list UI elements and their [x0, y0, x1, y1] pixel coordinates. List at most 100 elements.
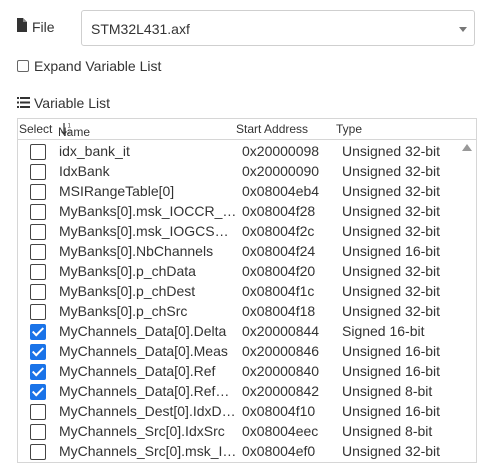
variable-type: Unsigned 16-bit: [342, 343, 441, 359]
variable-type: Unsigned 16-bit: [342, 403, 441, 419]
variable-start-address: 0x08004f20: [242, 263, 316, 279]
variable-name: IdxBank: [59, 163, 110, 179]
row-select-checkbox[interactable]: [30, 144, 46, 160]
column-start-address[interactable]: Start Address: [236, 122, 308, 136]
column-select[interactable]: Select: [19, 122, 52, 136]
variable-name: idx_bank_it: [59, 143, 130, 159]
variable-name: MyBanks[0].p_chData: [59, 263, 196, 279]
row-select-checkbox[interactable]: [30, 384, 46, 400]
row-select-checkbox[interactable]: [30, 264, 46, 280]
table-row[interactable]: MyChannels_Data[0].RefR… 0x20000842 Unsign…: [18, 380, 460, 400]
row-select-checkbox[interactable]: [30, 204, 46, 220]
table-row[interactable]: MyChannels_Data[0].Ref 0x20000840 Unsigned…: [18, 360, 460, 380]
row-select-checkbox[interactable]: [30, 184, 46, 200]
variable-type: Unsigned 32-bit: [342, 143, 441, 159]
variable-start-address: 0x20000842: [242, 383, 320, 399]
variable-name: MyBanks[0].NbChannels: [59, 243, 214, 259]
file-label-text: File: [32, 18, 55, 35]
expand-variable-list-label: Expand Variable List: [34, 58, 162, 74]
variable-list-title-text: Variable List: [34, 95, 111, 111]
variable-name: MyBanks[0].p_chDest: [59, 283, 196, 299]
variable-start-address: 0x08004ef0: [242, 443, 316, 459]
table-row[interactable]: MyChannels_Src[0].IdxSrc 0x08004eec Unsign…: [18, 420, 460, 440]
table-row[interactable]: MyChannels_Dest[0].IdxDest 0x08004f10 Unsi…: [18, 400, 460, 420]
variable-name: MSIRangeTable[0]: [59, 183, 175, 199]
file-select[interactable]: STM32L431.axf: [81, 10, 475, 46]
variable-start-address: 0x20000090: [242, 163, 320, 179]
column-name[interactable]: Name 1 2: [58, 122, 90, 139]
table-row[interactable]: MyChannels_Src[0].msk_I… 0x08004ef0 Unsign…: [18, 440, 460, 460]
variable-type: Signed 16-bit: [342, 323, 425, 339]
row-select-checkbox[interactable]: [30, 304, 46, 320]
table-row[interactable]: idx_bank_it 0x20000098 Unsigned 32-bit: [18, 140, 460, 160]
variable-start-address: 0x08004f10: [242, 403, 316, 419]
variable-name: MyChannels_Data[0].Delta: [59, 323, 227, 339]
variable-start-address: 0x08004f2c: [242, 223, 315, 239]
variable-type: Unsigned 32-bit: [342, 263, 441, 279]
variable-start-address: 0x20000844: [242, 323, 320, 339]
table-row[interactable]: MyBanks[0].p_chData 0x08004f20 Unsigned 32…: [18, 260, 460, 280]
variable-type: Unsigned 8-bit: [342, 383, 433, 399]
file-label: File: [16, 18, 55, 35]
variable-start-address: 0x08004f1c: [242, 283, 315, 299]
file-select-value: STM32L431.axf: [91, 21, 190, 37]
variable-table: Select Name 1 2 Start Address Type idx_b…: [17, 118, 477, 463]
variable-type: Unsigned 32-bit: [342, 203, 441, 219]
row-select-checkbox[interactable]: [30, 244, 46, 260]
chevron-down-icon: [459, 27, 467, 32]
row-select-checkbox[interactable]: [30, 364, 46, 380]
column-name-label: Name: [58, 125, 91, 139]
row-select-checkbox[interactable]: [30, 164, 46, 180]
variable-start-address: 0x08004f28: [242, 203, 316, 219]
table-row[interactable]: MyBanks[0].msk_IOGCSR… 0x08004f2c Unsigned…: [18, 220, 460, 240]
variable-name: MyChannels_Dest[0].IdxDest: [59, 403, 237, 419]
variable-name: MyChannels_Src[0].msk_I…: [59, 443, 237, 459]
variable-name: MyChannels_Src[0].IdxSrc: [59, 423, 225, 439]
variable-name: MyBanks[0].p_chSrc: [59, 303, 188, 319]
expand-variable-list-checkbox[interactable]: [17, 60, 29, 72]
table-header: Select Name 1 2 Start Address Type: [18, 119, 476, 140]
variable-name: MyBanks[0].msk_IOCCR_…: [59, 203, 237, 219]
variable-type: Unsigned 32-bit: [342, 223, 441, 239]
variable-start-address: 0x20000840: [242, 363, 320, 379]
row-select-checkbox[interactable]: [30, 324, 46, 340]
variable-name: MyBanks[0].msk_IOGCSR…: [59, 223, 237, 239]
file-row: File STM32L431.axf: [16, 8, 477, 46]
row-select-checkbox[interactable]: [30, 344, 46, 360]
variable-type: Unsigned 16-bit: [342, 363, 441, 379]
table-row[interactable]: MSIRangeTable[0] 0x08004eb4 Unsigned 32-bi…: [18, 180, 460, 200]
table-row[interactable]: MyBanks[0].NbChannels 0x08004f24 Unsigned …: [18, 240, 460, 260]
variable-name: MyChannels_Data[0].RefR…: [59, 383, 237, 399]
variable-type: Unsigned 32-bit: [342, 303, 441, 319]
variable-start-address: 0x08004eb4: [242, 183, 320, 199]
variable-type: Unsigned 16-bit: [342, 243, 441, 259]
table-row[interactable]: MyChannels_Data[0].Meas 0x20000846 Unsigne…: [18, 340, 460, 360]
row-select-checkbox[interactable]: [30, 224, 46, 240]
table-body: idx_bank_it 0x20000098 Unsigned 32-bit IdxB…: [18, 140, 460, 460]
table-row[interactable]: MyBanks[0].p_chSrc 0x08004f18 Unsigned 32-…: [18, 300, 460, 320]
variable-type: Unsigned 8-bit: [342, 423, 433, 439]
variable-start-address: 0x08004f18: [242, 303, 316, 319]
scroll-up-arrow-icon[interactable]: [462, 144, 472, 151]
variable-type: Unsigned 32-bit: [342, 183, 441, 199]
variable-name: MyChannels_Data[0].Ref: [59, 363, 216, 379]
variable-name: MyChannels_Data[0].Meas: [59, 343, 228, 359]
row-select-checkbox[interactable]: [30, 444, 46, 460]
expand-variable-list[interactable]: Expand Variable List: [17, 58, 161, 74]
variable-type: Unsigned 32-bit: [342, 283, 441, 299]
variable-type: Unsigned 32-bit: [342, 163, 441, 179]
row-select-checkbox[interactable]: [30, 424, 46, 440]
column-type[interactable]: Type: [336, 122, 362, 136]
table-row[interactable]: MyBanks[0].msk_IOCCR_… 0x08004f28 Unsigned…: [18, 200, 460, 220]
variable-start-address: 0x20000098: [242, 143, 320, 159]
variable-list-title: Variable List: [17, 95, 110, 111]
row-select-checkbox[interactable]: [30, 284, 46, 300]
row-select-checkbox[interactable]: [30, 404, 46, 420]
variable-start-address: 0x08004f24: [242, 243, 316, 259]
variable-type: Unsigned 32-bit: [342, 443, 441, 459]
table-row[interactable]: IdxBank 0x20000090 Unsigned 32-bit: [18, 160, 460, 180]
vertical-scrollbar[interactable]: [458, 140, 476, 462]
table-row[interactable]: MyChannels_Data[0].Delta 0x20000844 Signed…: [18, 320, 460, 340]
table-row[interactable]: MyBanks[0].p_chDest 0x08004f1c Unsigned 32…: [18, 280, 460, 300]
variable-start-address: 0x20000846: [242, 343, 320, 359]
